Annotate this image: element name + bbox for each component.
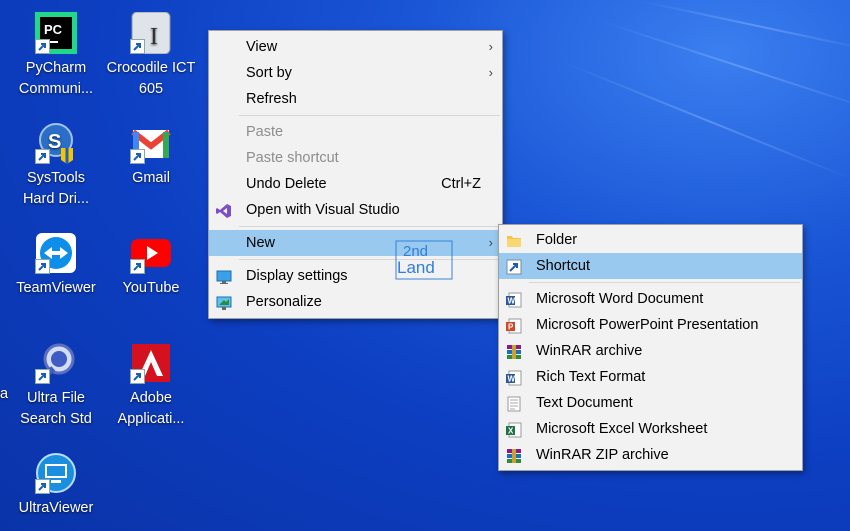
teamviewer-icon (35, 232, 77, 274)
icon-label: Ultra File Search Std (20, 390, 92, 427)
gmail-icon (130, 122, 172, 164)
display-settings-icon (216, 268, 232, 284)
word-document-icon: W (506, 291, 522, 308)
desktop-icon-ultraviewer[interactable]: UltraViewer (8, 452, 104, 519)
partial-icon-label: a (0, 386, 9, 402)
icon-label: Adobe Applicati... (117, 390, 185, 427)
svg-text:X: X (508, 427, 514, 436)
menu-item-open-visual-studio[interactable]: Open with Visual Studio (209, 197, 502, 223)
submenu-item-excel[interactable]: X Microsoft Excel Worksheet (499, 416, 802, 442)
submenu-item-word[interactable]: W Microsoft Word Document (499, 286, 802, 312)
rich-text-icon: W (506, 369, 522, 386)
visual-studio-icon (216, 202, 232, 218)
desktop-icon-teamviewer[interactable]: TeamViewer (8, 232, 104, 299)
menu-separator (239, 115, 500, 116)
svg-text:P: P (508, 323, 514, 332)
menu-item-paste-shortcut[interactable]: Paste shortcut (209, 145, 502, 171)
text-document-icon (506, 395, 522, 412)
desktop-icon-adobe[interactable]: Adobe Applicati... (103, 342, 199, 430)
menu-separator (239, 259, 500, 260)
submenu-item-shortcut[interactable]: Shortcut (499, 253, 802, 279)
desktop-icon-crocodile[interactable]: I Crocodile ICT 605 (103, 11, 199, 100)
svg-text:PC: PC (44, 22, 63, 37)
menu-item-new[interactable]: New › (209, 230, 502, 256)
icon-label: Gmail (132, 170, 170, 186)
desktop-context-menu: View › Sort by › Refresh Paste Paste short… (208, 30, 503, 319)
icon-label: PyCharm Communi... (18, 60, 94, 97)
winrar-zip-icon (506, 447, 522, 463)
watermark-logo: 2nd Land (395, 240, 453, 280)
icon-label: TeamViewer (16, 280, 96, 296)
desktop-icon-ultrafile[interactable]: Ultra File Search Std (8, 342, 104, 430)
submenu-item-rtf[interactable]: W Rich Text Format (499, 364, 802, 390)
adobe-icon (130, 342, 172, 384)
systools-icon: S (35, 122, 77, 164)
desktop-icon-gmail[interactable]: Gmail (103, 122, 199, 189)
undo-shortcut-key: Ctrl+Z (441, 176, 481, 192)
icon-label: Crocodile ICT 605 (106, 60, 196, 97)
submenu-item-winrar-zip[interactable]: WinRAR ZIP archive (499, 442, 802, 468)
svg-text:I: I (150, 24, 158, 50)
menu-item-refresh[interactable]: Refresh (209, 86, 502, 112)
menu-item-paste[interactable]: Paste (209, 119, 502, 145)
menu-item-undo-delete[interactable]: Undo Delete Ctrl+Z (209, 171, 502, 197)
youtube-icon (130, 232, 172, 274)
icon-label: SysTools Hard Dri... (22, 170, 90, 207)
folder-icon (506, 232, 522, 248)
submenu-item-text[interactable]: Text Document (499, 390, 802, 416)
chevron-right-icon: › (488, 65, 493, 80)
ultra-file-search-icon (35, 342, 77, 384)
excel-icon: X (506, 421, 522, 438)
submenu-item-winrar[interactable]: WinRAR archive (499, 338, 802, 364)
new-submenu: Folder Shortcut W Microsoft Word Documen… (498, 224, 803, 471)
icon-label: UltraViewer (18, 500, 94, 516)
menu-item-personalize[interactable]: Personalize (209, 289, 502, 315)
menu-item-view[interactable]: View › (209, 34, 502, 60)
watermark-line2: Land (397, 258, 435, 277)
powerpoint-icon: P (506, 317, 522, 334)
pycharm-icon: PC (35, 12, 77, 54)
desktop-icon-systools[interactable]: S SysTools Hard Dri... (8, 122, 104, 210)
icon-label: YouTube (122, 280, 180, 296)
desktop-icon-youtube[interactable]: YouTube (103, 232, 199, 299)
menu-separator (239, 226, 500, 227)
shortcut-icon (506, 258, 522, 275)
svg-text:S: S (48, 131, 61, 153)
menu-item-sort-by[interactable]: Sort by › (209, 60, 502, 86)
svg-text:W: W (508, 297, 516, 306)
submenu-item-powerpoint[interactable]: P Microsoft PowerPoint Presentation (499, 312, 802, 338)
svg-text:W: W (508, 375, 516, 384)
winrar-icon (506, 343, 522, 359)
menu-item-display-settings[interactable]: Display settings (209, 263, 502, 289)
ultraviewer-icon (35, 452, 77, 494)
crocodile-icon: I (130, 11, 172, 55)
chevron-right-icon: › (488, 39, 493, 54)
menu-separator (529, 282, 800, 283)
personalize-icon (216, 294, 232, 310)
chevron-right-icon: › (488, 235, 493, 250)
desktop-icon-pycharm[interactable]: PC PyCharm Communi... (8, 12, 104, 100)
submenu-item-folder[interactable]: Folder (499, 227, 802, 253)
